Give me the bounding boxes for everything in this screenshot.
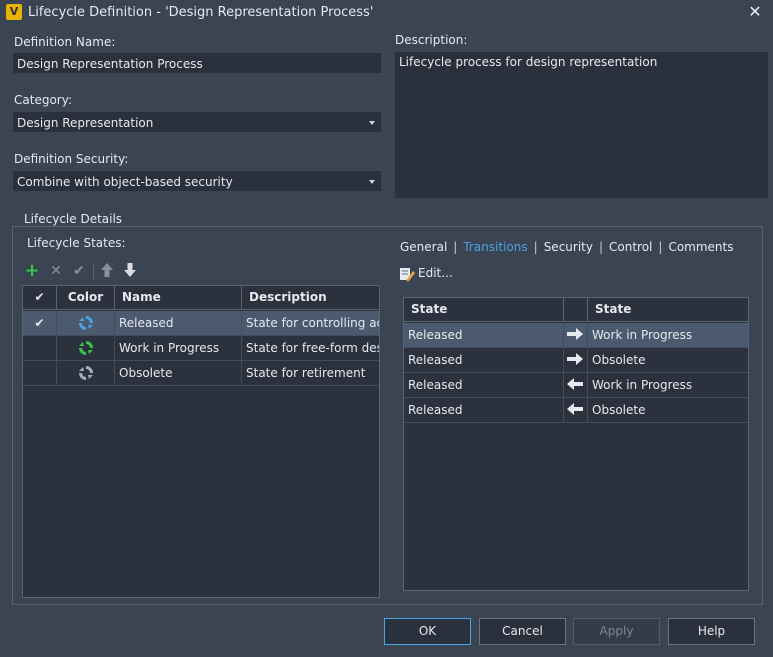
transition-to: Obsolete	[592, 353, 646, 367]
state-color-cycle-icon	[57, 311, 115, 335]
help-button[interactable]: Help	[668, 618, 755, 645]
grid-header: ✔ Color Name Description	[23, 286, 379, 310]
add-state-icon[interactable]: +	[24, 262, 40, 280]
category-value: Design Representation	[17, 116, 154, 130]
details-tabs: General | Transitions | Security | Control | Com…	[400, 240, 734, 254]
edit-pencil-icon	[400, 268, 415, 282]
ok-button[interactable]: OK	[384, 618, 471, 645]
title-bar: V Lifecycle Definition - 'Design Represe…	[0, 0, 773, 26]
transitions-grid: State State Released Work in Progress Re…	[403, 297, 749, 591]
description-textarea[interactable]: Lifecycle process for design representat…	[395, 52, 768, 198]
state-color-cycle-icon	[57, 336, 115, 360]
tab-separator: |	[658, 240, 663, 254]
column-header-check[interactable]: ✔	[23, 286, 57, 309]
column-header-to-state[interactable]: State	[588, 298, 748, 321]
lifecycle-states-label: Lifecycle States:	[27, 236, 126, 250]
arrow-right-icon	[564, 323, 588, 347]
state-check: ✔	[23, 311, 57, 335]
cancel-button[interactable]: Cancel	[479, 618, 566, 645]
definition-security-dropdown[interactable]: Combine with object-based security	[13, 171, 381, 191]
arrow-left-icon	[564, 398, 588, 422]
column-header-description[interactable]: Description	[242, 286, 379, 309]
state-name: Obsolete	[115, 361, 242, 385]
column-header-color[interactable]: Color	[57, 286, 115, 309]
state-row[interactable]: ✔ Released State for controlling ac...	[23, 311, 379, 336]
state-color-cycle-icon	[57, 361, 115, 385]
column-header-name[interactable]: Name	[115, 286, 242, 309]
lifecycle-details-label: Lifecycle Details	[20, 212, 127, 226]
transition-row[interactable]: Released Work in Progress	[404, 323, 748, 348]
transition-from: Released	[404, 323, 564, 347]
state-description: State for controlling ac...	[246, 316, 379, 330]
tab-transitions[interactable]: Transitions	[463, 240, 527, 254]
state-check	[23, 361, 57, 385]
column-header-from-state[interactable]: State	[404, 298, 564, 321]
edit-label: Edit...	[418, 266, 453, 280]
tab-separator: |	[453, 240, 458, 254]
state-name: Work in Progress	[115, 336, 242, 360]
category-dropdown[interactable]: Design Representation	[13, 112, 381, 132]
delete-state-icon[interactable]: ✕	[48, 263, 64, 279]
transition-row[interactable]: Released Obsolete	[404, 348, 748, 373]
grid-header: State State	[404, 298, 748, 322]
arrow-right-icon	[564, 348, 588, 372]
column-header-direction[interactable]	[564, 298, 588, 321]
category-label: Category:	[14, 93, 72, 107]
definition-name-label: Definition Name:	[14, 35, 116, 49]
state-row[interactable]: Obsolete State for retirement	[23, 361, 379, 386]
transition-from: Released	[404, 398, 564, 422]
dropdown-caret-icon	[369, 180, 375, 184]
transition-row[interactable]: Released Obsolete	[404, 398, 748, 423]
dropdown-caret-icon	[369, 121, 375, 125]
move-up-icon[interactable]	[99, 263, 115, 279]
state-description: State for retirement	[246, 366, 366, 380]
transition-from: Released	[404, 348, 564, 372]
transition-from: Released	[404, 373, 564, 397]
transition-to: Work in Progress	[592, 378, 693, 392]
arrow-left-icon	[564, 373, 588, 397]
vault-app-icon: V	[6, 4, 22, 20]
close-icon[interactable]: ✕	[746, 3, 764, 21]
apply-button[interactable]: Apply	[573, 618, 660, 645]
transition-row[interactable]: Released Work in Progress	[404, 373, 748, 398]
description-label: Description:	[395, 33, 468, 47]
state-row[interactable]: Work in Progress State for free-form des…	[23, 336, 379, 361]
definition-security-value: Combine with object-based security	[17, 175, 233, 189]
window-title: Lifecycle Definition - 'Design Represent…	[28, 5, 374, 20]
definition-security-label: Definition Security:	[14, 152, 129, 166]
transition-to: Obsolete	[592, 403, 646, 417]
toolbar-separator	[93, 263, 94, 279]
tab-general[interactable]: General	[400, 240, 447, 254]
lifecycle-states-grid: ✔ Color Name Description ✔ Released Stat…	[22, 285, 380, 598]
tab-separator: |	[533, 240, 538, 254]
tab-comments[interactable]: Comments	[668, 240, 733, 254]
set-default-check-icon[interactable]: ✔	[71, 263, 87, 279]
tab-security[interactable]: Security	[544, 240, 593, 254]
state-name: Released	[115, 311, 242, 335]
move-down-icon[interactable]	[122, 263, 138, 279]
state-check	[23, 336, 57, 360]
state-description: State for free-form des...	[246, 341, 379, 355]
transition-to: Work in Progress	[592, 328, 693, 342]
tab-separator: |	[598, 240, 604, 254]
tab-control[interactable]: Control	[609, 240, 652, 254]
definition-name-input[interactable]: Design Representation Process	[13, 53, 381, 73]
